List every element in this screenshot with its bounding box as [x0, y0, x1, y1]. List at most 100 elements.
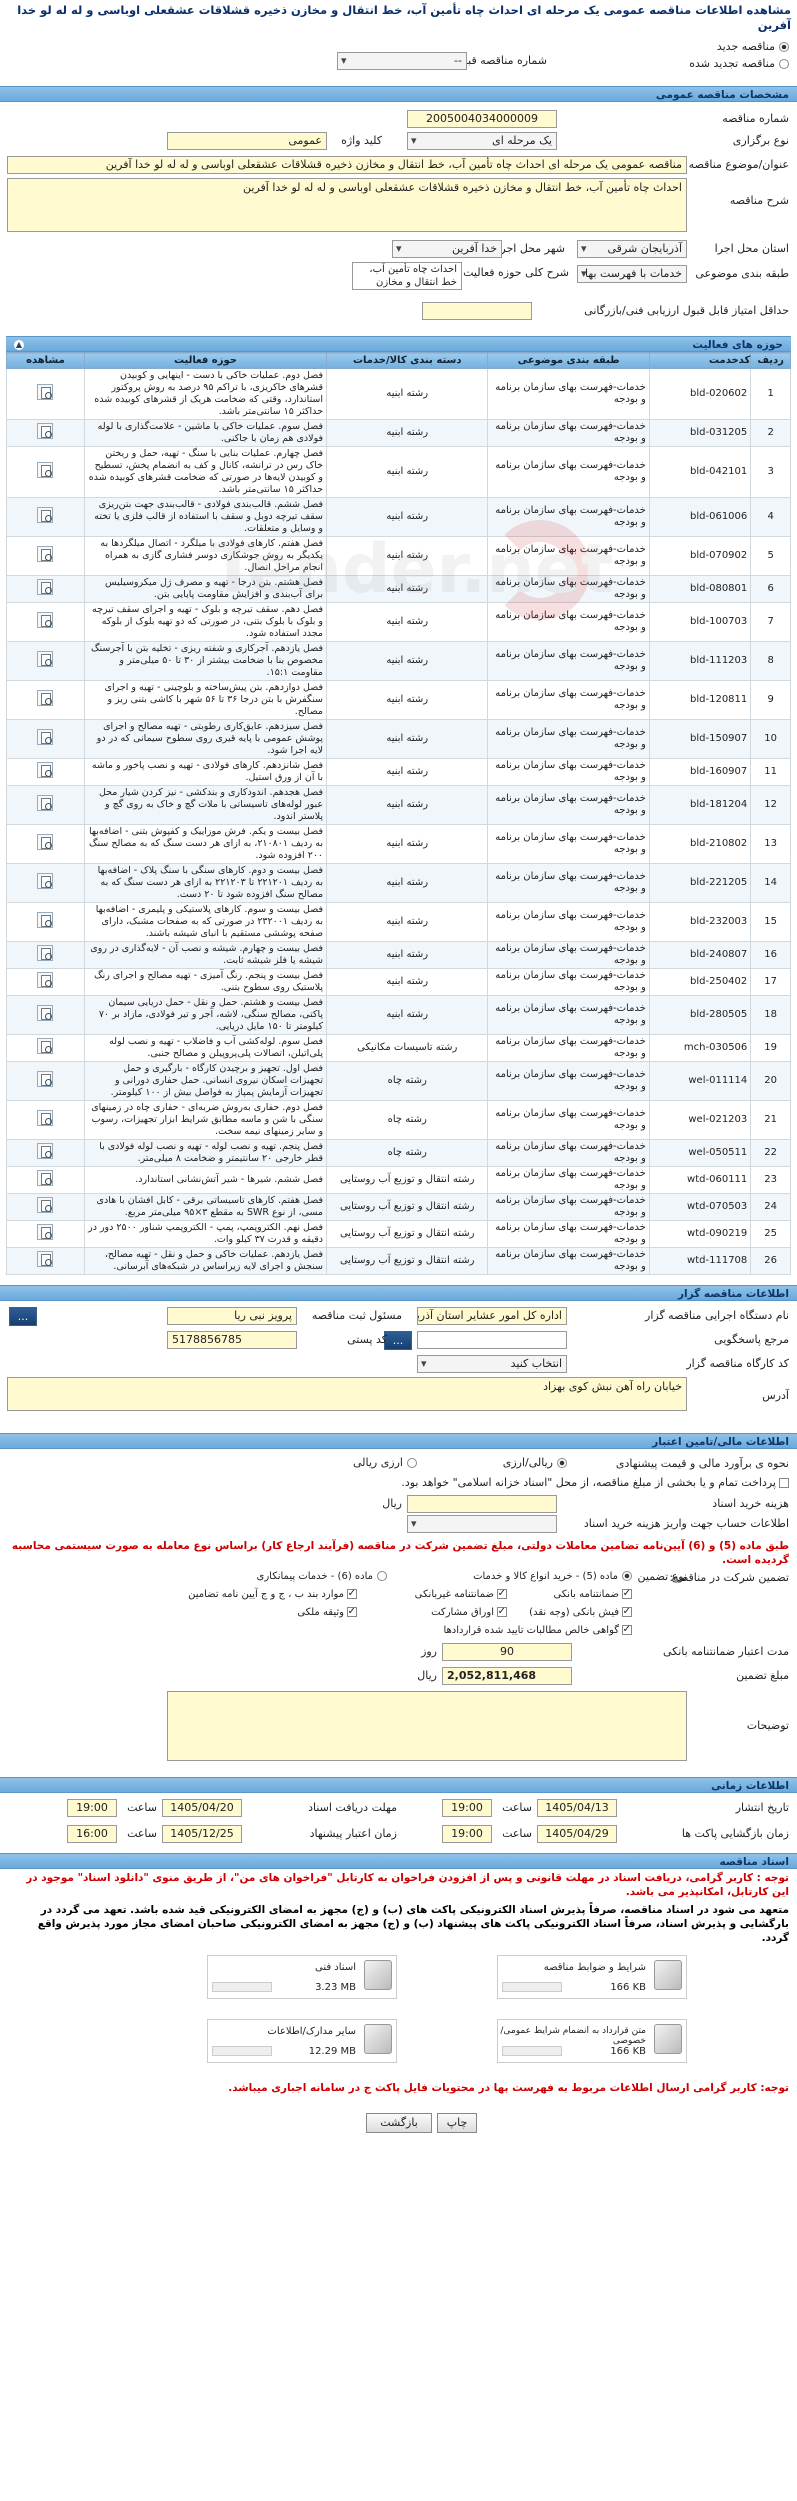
back-button[interactable]: بازگشت	[366, 2113, 432, 2133]
postal-field[interactable]: 5178856785	[167, 1331, 297, 1349]
view-details-icon[interactable]	[37, 612, 54, 628]
row-category: رشته ابنیه	[326, 575, 489, 603]
table-row: 13 bld-210802 خدمات-فهرست بهای سازمان برنا…	[6, 824, 791, 864]
notes-field[interactable]	[167, 1691, 687, 1761]
radio-rial[interactable]: ریالی/ارزی	[503, 1455, 567, 1471]
view-details-icon[interactable]	[37, 1005, 54, 1021]
row-category: رشته انتقال و توزیع آب روستایی	[326, 1166, 489, 1194]
view-details-icon[interactable]	[37, 690, 54, 706]
view-details-icon[interactable]	[37, 546, 54, 562]
file-technical[interactable]: اسناد فنی 3.23 MB	[207, 1955, 397, 1999]
view-details-icon[interactable]	[37, 1038, 54, 1054]
tender-number-field[interactable]: 2005004034000009	[407, 110, 557, 128]
responsible-more-button[interactable]: ...	[9, 1307, 37, 1326]
type-select[interactable]: یک مرحله ای	[407, 132, 557, 150]
row-view	[6, 1139, 85, 1167]
row-number: 20	[750, 1061, 791, 1101]
view-details-icon[interactable]	[37, 762, 54, 778]
file-other[interactable]: سایر مدارک/اطلاعات 12.29 MB	[207, 2019, 397, 2063]
view-details-icon[interactable]	[37, 795, 54, 811]
publish-time[interactable]: 19:00	[442, 1799, 492, 1817]
view-details-icon[interactable]	[37, 729, 54, 745]
responsible-field[interactable]: پرویز نبی ریا	[167, 1307, 297, 1325]
row-view	[6, 758, 85, 786]
view-details-icon[interactable]	[37, 873, 54, 889]
row-number: 5	[750, 536, 791, 576]
download-time[interactable]: 19:00	[67, 1799, 117, 1817]
description-field[interactable]: احداث چاه تأمین آب، خط انتقال و مخازن ذخ…	[7, 178, 687, 232]
view-details-icon[interactable]	[37, 423, 54, 439]
collapse-icon[interactable]: ▲	[14, 340, 24, 350]
check-cash[interactable]: فیش بانکی (وجه نقد)	[529, 1604, 632, 1621]
docs-note-3: توجه: کاربر گرامی ارسال اطلاعات مربوط به…	[228, 2082, 789, 2094]
org-field[interactable]: اداره کل امور عشایر استان آذربایجان شرقی	[417, 1307, 567, 1325]
view-details-icon[interactable]	[37, 1170, 54, 1186]
subject-field[interactable]: مناقصه عمومی یک مرحله ای احداث چاه تأمین…	[7, 156, 687, 174]
opt-article6[interactable]: ماده (6) - خدمات پیمانکاری	[257, 1569, 387, 1585]
row-number: 26	[750, 1247, 791, 1275]
province-select[interactable]: آذربایجان شرقی	[577, 240, 687, 258]
open-date[interactable]: 1405/04/29	[537, 1825, 617, 1843]
view-details-icon[interactable]	[37, 384, 54, 400]
open-time[interactable]: 19:00	[442, 1825, 492, 1843]
view-details-icon[interactable]	[37, 507, 54, 523]
view-details-icon[interactable]	[37, 1224, 54, 1240]
reference-field[interactable]	[417, 1331, 567, 1349]
check-clauses[interactable]: موارد بند ب ، ج و ج آیین نامه تضامین	[188, 1586, 357, 1603]
view-details-icon[interactable]	[37, 651, 54, 667]
address-field[interactable]: خیابان راه آهن نبش کوی بهزاد	[7, 1377, 687, 1411]
table-row: 5 bld-070902 خدمات-فهرست بهای سازمان برنام…	[6, 536, 791, 576]
file-contract[interactable]: متن قرارداد به انضمام شرایط عمومی/خصوصی 1…	[497, 2019, 687, 2063]
view-details-icon[interactable]	[37, 579, 54, 595]
view-details-icon[interactable]	[37, 945, 54, 961]
col-scope: حوزه فعالیت	[83, 352, 328, 369]
treasury-checkbox[interactable]: پرداخت تمام و یا بخشی از مبلغ مناقصه، از…	[401, 1475, 789, 1491]
check-bank-guarantee[interactable]: ضمانتنامه بانکی	[553, 1586, 632, 1603]
row-category: رشته ابنیه	[326, 536, 489, 576]
city-select[interactable]: خدا آفرین	[392, 240, 502, 258]
unit-select[interactable]: انتخاب کنید	[417, 1355, 567, 1373]
row-number: 4	[750, 497, 791, 537]
radio-foreign[interactable]: ارزی ریالی	[353, 1455, 417, 1471]
view-details-icon[interactable]	[37, 1110, 54, 1126]
check-bonds[interactable]: اوراق مشارکت	[431, 1604, 507, 1621]
row-code: wtd-070503	[648, 1193, 752, 1221]
row-view	[6, 1193, 85, 1221]
tender-detail-page: مشاهده اطلاعات مناقصه عمومی یک مرحله ای …	[0, 0, 797, 2501]
row-code: bld-031205	[648, 419, 752, 447]
view-details-icon[interactable]	[37, 972, 54, 988]
section-activity: حوزه های فعالیت ▲	[6, 336, 791, 352]
keyword-field[interactable]: عمومی	[167, 132, 327, 150]
view-details-icon[interactable]	[37, 1071, 54, 1087]
row-category: رشته ابنیه	[326, 941, 489, 969]
valid-date[interactable]: 1405/12/25	[162, 1825, 242, 1843]
row-view	[6, 602, 85, 642]
scope-field[interactable]: احداث چاه تأمین آب، خط انتقال و مخازن ذخ…	[352, 262, 462, 290]
reference-more-button[interactable]: ...	[384, 1331, 412, 1350]
check-claims[interactable]: گواهی خالص مطالبات تایید شده قراردادها	[443, 1622, 632, 1639]
view-details-icon[interactable]	[37, 1197, 54, 1213]
amount-field[interactable]: 2,052,811,468	[442, 1667, 572, 1685]
row-class: خدمات-فهرست بهای سازمان برنامه و بودجه	[487, 1166, 650, 1194]
tender-type-radios: مناقصه جدید مناقصه تجدید شده شماره مناقص…	[0, 36, 797, 86]
publish-date[interactable]: 1405/04/13	[537, 1799, 617, 1817]
view-details-icon[interactable]	[37, 834, 54, 850]
validity-field[interactable]: 90	[442, 1643, 572, 1661]
valid-time[interactable]: 16:00	[67, 1825, 117, 1843]
view-details-icon[interactable]	[37, 462, 54, 478]
download-date[interactable]: 1405/04/20	[162, 1799, 242, 1817]
opt-article5[interactable]: ماده (5) - خرید انواع کالا و خدمات	[473, 1569, 632, 1585]
category-select[interactable]: خدمات با فهرست بها	[577, 265, 687, 283]
view-details-icon[interactable]	[37, 1143, 54, 1159]
row-view	[6, 368, 85, 420]
doc-cost-field[interactable]	[407, 1495, 557, 1513]
check-nonbank-guarantee[interactable]: ضمانتنامه غیربانکی	[415, 1586, 507, 1603]
prev-number-select[interactable]: --	[337, 52, 467, 70]
print-button[interactable]: چاپ	[437, 2113, 477, 2133]
min-score-field[interactable]	[422, 302, 532, 320]
account-select[interactable]	[407, 1515, 557, 1533]
file-conditions[interactable]: شرایط و ضوابط مناقصه 166 KB	[497, 1955, 687, 1999]
view-details-icon[interactable]	[37, 1251, 54, 1267]
check-property[interactable]: وثیقه ملکی	[297, 1604, 357, 1621]
view-details-icon[interactable]	[37, 912, 54, 928]
